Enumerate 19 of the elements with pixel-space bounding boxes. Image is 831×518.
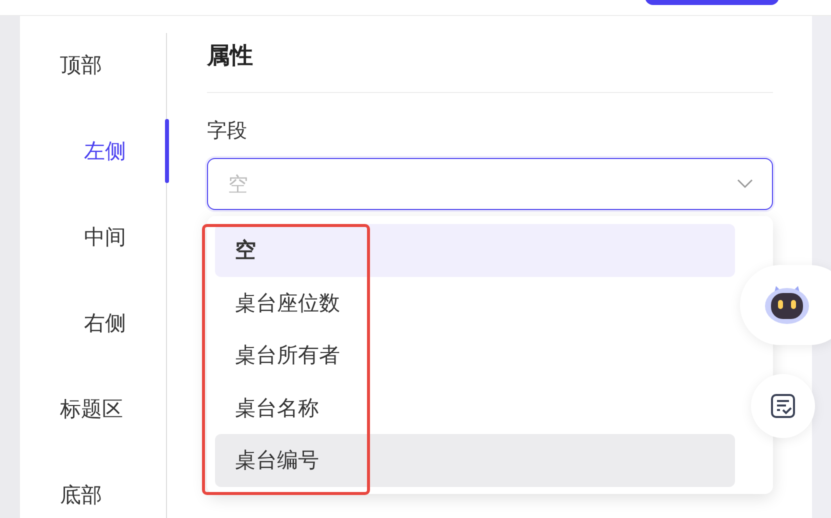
section-title: 属性 <box>207 42 254 70</box>
sidebar-tab[interactable]: 右侧 <box>20 291 169 355</box>
select-field[interactable]: 空 <box>207 158 773 210</box>
sidebar-tab[interactable]: 左侧 <box>20 119 169 183</box>
robot-icon <box>762 284 812 326</box>
sidebar-tab[interactable]: 底部 <box>20 463 169 518</box>
dropdown-option[interactable]: 桌台座位数 <box>215 276 735 329</box>
sidebar-tab[interactable]: 中间 <box>20 205 169 269</box>
active-indicator <box>165 119 169 183</box>
field-label: 字段 <box>207 117 248 144</box>
dropdown-option[interactable]: 桌台名称 <box>215 382 735 434</box>
dropdown-option[interactable]: 空 <box>215 224 735 276</box>
assistant-button[interactable] <box>740 265 831 345</box>
chevron-down-icon <box>737 179 753 189</box>
dropdown-option[interactable]: 桌台所有者 <box>215 329 735 382</box>
sidebar-tab[interactable]: 顶部 <box>20 33 169 97</box>
dropdown-option[interactable]: 桌台编号 <box>215 434 735 486</box>
sidebar-tab[interactable]: 标题区 <box>20 377 169 441</box>
checklist-icon <box>770 393 796 419</box>
